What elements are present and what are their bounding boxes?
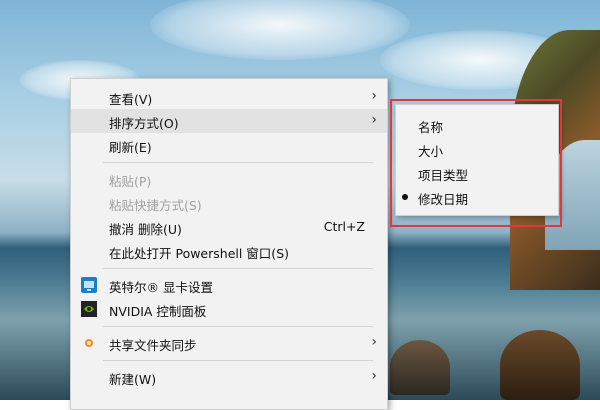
sort-option-name[interactable]: 名称 [396,113,558,137]
menu-separator [103,162,373,163]
menu-item-new[interactable]: 新建(W) › [71,365,387,389]
sort-option-label: 大小 [418,144,444,159]
chevron-right-icon: › [371,334,377,350]
sort-option-size[interactable]: 大小 [396,137,558,161]
menu-item-refresh[interactable]: 刷新(E) [71,133,387,157]
menu-item-label: 粘贴快捷方式(S) [109,198,202,213]
menu-item-sort-by[interactable]: 排序方式(O) › [71,109,387,133]
chevron-right-icon: › [371,112,377,128]
menu-item-label: 新建(W) [109,372,157,387]
menu-item-paste-shortcut[interactable]: 粘贴快捷方式(S) [71,191,387,215]
menu-item-label: 英特尔® 显卡设置 [109,280,213,295]
intel-graphics-icon [81,277,97,293]
menu-item-label: 共享文件夹同步 [109,338,197,353]
sync-share-icon [81,335,97,351]
menu-item-paste[interactable]: 粘贴(P) [71,167,387,191]
menu-separator [103,360,373,361]
sort-by-submenu: 名称 大小 项目类型 修改日期 [395,104,559,216]
nvidia-icon [81,301,97,317]
chevron-right-icon: › [371,368,377,384]
menu-item-nvidia-control-panel[interactable]: NVIDIA 控制面板 [71,297,387,321]
menu-item-shared-folder-sync[interactable]: 共享文件夹同步 › [71,331,387,355]
menu-item-undo-delete[interactable]: 撤消 删除(U) Ctrl+Z [71,215,387,239]
menu-separator [103,268,373,269]
rock [500,330,580,400]
desktop-context-menu: 查看(V) › 排序方式(O) › 刷新(E) 粘贴(P) 粘贴快捷方式(S) … [70,78,388,410]
sort-option-item-type[interactable]: 项目类型 [396,161,558,185]
menu-separator [103,326,373,327]
menu-item-label: 排序方式(O) [109,116,179,131]
sort-option-label: 名称 [418,120,444,135]
selected-bullet-icon [402,194,408,200]
rock [390,340,450,395]
sort-option-label: 项目类型 [418,168,469,183]
menu-item-label: NVIDIA 控制面板 [109,304,207,319]
menu-item-intel-graphics[interactable]: 英特尔® 显卡设置 [71,273,387,297]
sort-option-label: 修改日期 [418,192,469,207]
menu-item-shortcut: Ctrl+Z [323,219,365,234]
menu-item-label: 在此处打开 Powershell 窗口(S) [109,246,289,261]
menu-item-label: 撤消 删除(U) [109,222,182,237]
menu-item-label: 刷新(E) [109,140,152,155]
menu-item-open-powershell[interactable]: 在此处打开 Powershell 窗口(S) [71,239,387,263]
sort-option-date-modified[interactable]: 修改日期 [396,185,558,209]
menu-item-label: 粘贴(P) [109,174,152,189]
cloud [150,0,410,60]
menu-item-view[interactable]: 查看(V) › [71,85,387,109]
chevron-right-icon: › [371,88,377,104]
menu-item-label: 查看(V) [109,92,153,107]
